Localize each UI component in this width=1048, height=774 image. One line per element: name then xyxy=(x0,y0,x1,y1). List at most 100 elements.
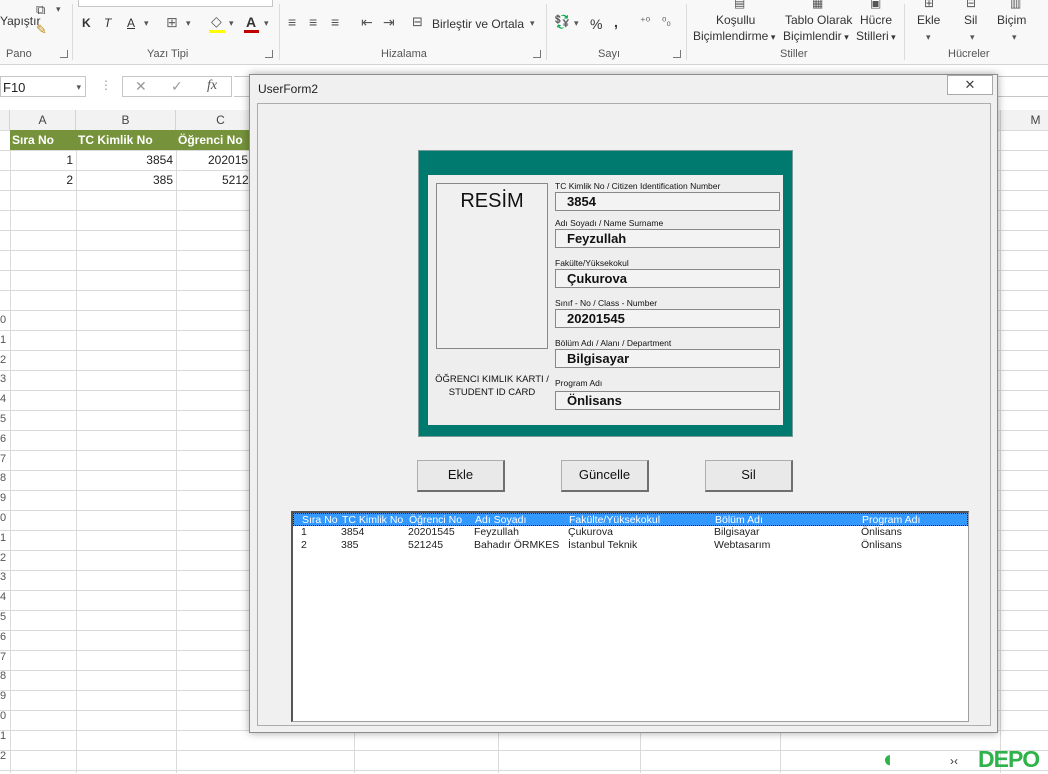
row-number[interactable]: 6 xyxy=(0,433,10,445)
copy-icon[interactable]: ⧉ xyxy=(36,2,45,18)
listbox-header-row[interactable]: Sıra No TC Kimlik No Öğrenci No Adı Soyadı F… xyxy=(293,513,968,526)
header-cell-ogrenci-no[interactable]: Öğrenci No xyxy=(176,130,249,150)
cancel-icon[interactable]: ✕ xyxy=(135,78,147,95)
fill-color-icon[interactable]: ◇ xyxy=(211,13,222,30)
decrease-indent-icon[interactable]: ⇤ xyxy=(361,14,373,31)
row-number[interactable]: 2 xyxy=(0,552,10,564)
column-header-m[interactable]: M xyxy=(1000,110,1048,130)
cell-b3[interactable]: 385 xyxy=(76,170,176,190)
merge-center-button[interactable]: Birleştir ve Ortala xyxy=(432,17,524,31)
row-number[interactable]: 9 xyxy=(0,690,10,702)
clipboard-launcher-icon[interactable] xyxy=(60,50,68,58)
update-button[interactable]: Güncelle xyxy=(561,460,649,492)
chevron-down-icon[interactable]: ▾ xyxy=(530,18,535,29)
name-field[interactable]: Feyzullah xyxy=(555,229,780,248)
listbox-row[interactable]: 2 385 521245 Bahadır ÖRMKES İstanbul Teknik W… xyxy=(293,539,968,552)
row-number[interactable]: 9 xyxy=(0,492,10,504)
class-number-field[interactable]: 20201545 xyxy=(555,309,780,328)
conditional-formatting-button[interactable]: Koşullu xyxy=(716,13,755,27)
row-number[interactable]: 1 xyxy=(0,730,10,742)
column-header-a[interactable]: A xyxy=(10,110,76,130)
chevron-down-icon[interactable]: ▾ xyxy=(264,18,269,29)
chevron-down-icon[interactable]: ▾ xyxy=(1012,32,1017,43)
listbox-row[interactable]: 1 3854 20201545 Feyzullah Çukurova Bilgisayar… xyxy=(293,526,968,539)
comma-button[interactable]: , xyxy=(614,14,618,30)
number-launcher-icon[interactable] xyxy=(673,50,681,58)
row-number[interactable]: 2 xyxy=(0,354,10,366)
more-options-icon[interactable]: ⋮ xyxy=(100,78,112,92)
format-as-table-button-line2[interactable]: Biçimlendir ▾ xyxy=(783,29,849,43)
row-number[interactable]: 8 xyxy=(0,670,10,682)
row-number[interactable]: 1 xyxy=(0,334,10,346)
align-left-icon[interactable]: ≡ xyxy=(288,14,296,30)
align-center-icon[interactable]: ≡ xyxy=(309,14,317,30)
row-number[interactable]: 5 xyxy=(0,413,10,425)
delete-cells-button[interactable]: Sil xyxy=(964,13,977,27)
font-launcher-icon[interactable] xyxy=(265,50,273,58)
row-number[interactable]: 4 xyxy=(0,591,10,603)
add-button[interactable]: Ekle xyxy=(417,460,505,492)
row-number[interactable]: 0 xyxy=(0,710,10,722)
row-number[interactable]: 7 xyxy=(0,453,10,465)
cell-b2[interactable]: 3854 xyxy=(76,150,176,170)
row-number[interactable]: 0 xyxy=(0,512,10,524)
italic-button[interactable]: T xyxy=(104,16,111,30)
font-name-select[interactable] xyxy=(78,0,273,7)
row-number[interactable]: 7 xyxy=(0,651,10,663)
font-color-icon[interactable]: A xyxy=(246,14,256,30)
bold-button[interactable]: K xyxy=(82,16,91,30)
cell-c2[interactable]: 202015 xyxy=(176,150,249,170)
conditional-formatting-button-line2[interactable]: Biçimlendirme ▾ xyxy=(693,29,775,43)
percent-button[interactable]: % xyxy=(590,16,602,32)
chevron-down-icon[interactable]: ▾ xyxy=(76,77,81,98)
increase-decimal-icon[interactable]: ⁺⁰ xyxy=(640,15,650,28)
select-all-corner[interactable] xyxy=(0,110,10,130)
border-icon[interactable]: ⊞ xyxy=(166,14,178,31)
cell-a2[interactable]: 1 xyxy=(10,150,76,170)
chevron-down-icon[interactable]: ▾ xyxy=(926,32,931,43)
row-number[interactable]: 1 xyxy=(0,532,10,544)
header-cell-tc-kimlik-no[interactable]: TC Kimlik No xyxy=(76,130,176,150)
insert-function-icon[interactable]: fx xyxy=(207,78,217,94)
chevron-down-icon[interactable]: ▾ xyxy=(56,4,61,15)
enter-icon[interactable]: ✓ xyxy=(171,78,183,95)
increase-indent-icon[interactable]: ⇥ xyxy=(383,14,395,31)
program-field[interactable]: Önlisans xyxy=(555,391,780,410)
row-number[interactable]: 5 xyxy=(0,611,10,623)
align-right-icon[interactable]: ≡ xyxy=(331,14,339,30)
cell-c3[interactable]: 5212 xyxy=(176,170,249,190)
cell-a3[interactable]: 2 xyxy=(10,170,76,190)
faculty-field[interactable]: Çukurova xyxy=(555,269,780,288)
chevron-down-icon[interactable]: ▾ xyxy=(144,18,149,29)
cell-styles-button-line2[interactable]: Stilleri ▾ xyxy=(856,29,896,43)
header-cell-sira-no[interactable]: Sıra No xyxy=(10,130,76,150)
delete-button[interactable]: Sil xyxy=(705,460,793,492)
chevron-down-icon[interactable]: ▾ xyxy=(186,18,191,29)
chevron-down-icon[interactable]: ▾ xyxy=(229,18,234,29)
close-button[interactable]: ✕ xyxy=(947,75,993,95)
row-number[interactable]: 0 xyxy=(0,314,10,326)
chevron-down-icon[interactable]: ▾ xyxy=(574,18,579,29)
alignment-launcher-icon[interactable] xyxy=(533,50,541,58)
format-painter-icon[interactable]: ✎ xyxy=(36,22,47,38)
row-number[interactable]: 2 xyxy=(0,750,10,762)
format-button[interactable]: Biçim xyxy=(997,13,1026,27)
photo-frame[interactable]: RESİM xyxy=(436,183,548,349)
format-as-table-button[interactable]: Tablo Olarak xyxy=(785,13,852,27)
row-number[interactable]: 3 xyxy=(0,571,10,583)
row-number[interactable]: 6 xyxy=(0,631,10,643)
row-number[interactable]: 8 xyxy=(0,472,10,484)
cell-styles-button[interactable]: Hücre xyxy=(860,13,892,27)
insert-button[interactable]: Ekle xyxy=(917,13,940,27)
department-field[interactable]: Bilgisayar xyxy=(555,349,780,368)
currency-icon[interactable]: 💱 xyxy=(554,14,570,30)
row-number[interactable]: 4 xyxy=(0,393,10,405)
name-box[interactable]: F10 ▾ xyxy=(0,76,86,97)
paste-button[interactable]: Yapıştır xyxy=(0,14,40,28)
records-listbox[interactable]: Sıra No TC Kimlik No Öğrenci No Adı Soyadı F… xyxy=(291,511,969,722)
tc-kimlik-field[interactable]: 3854 xyxy=(555,192,780,211)
row-number[interactable]: 3 xyxy=(0,373,10,385)
underline-button[interactable]: A xyxy=(127,16,135,30)
decrease-decimal-icon[interactable]: ⁰₀ xyxy=(662,15,671,28)
chevron-down-icon[interactable]: ▾ xyxy=(970,32,975,43)
